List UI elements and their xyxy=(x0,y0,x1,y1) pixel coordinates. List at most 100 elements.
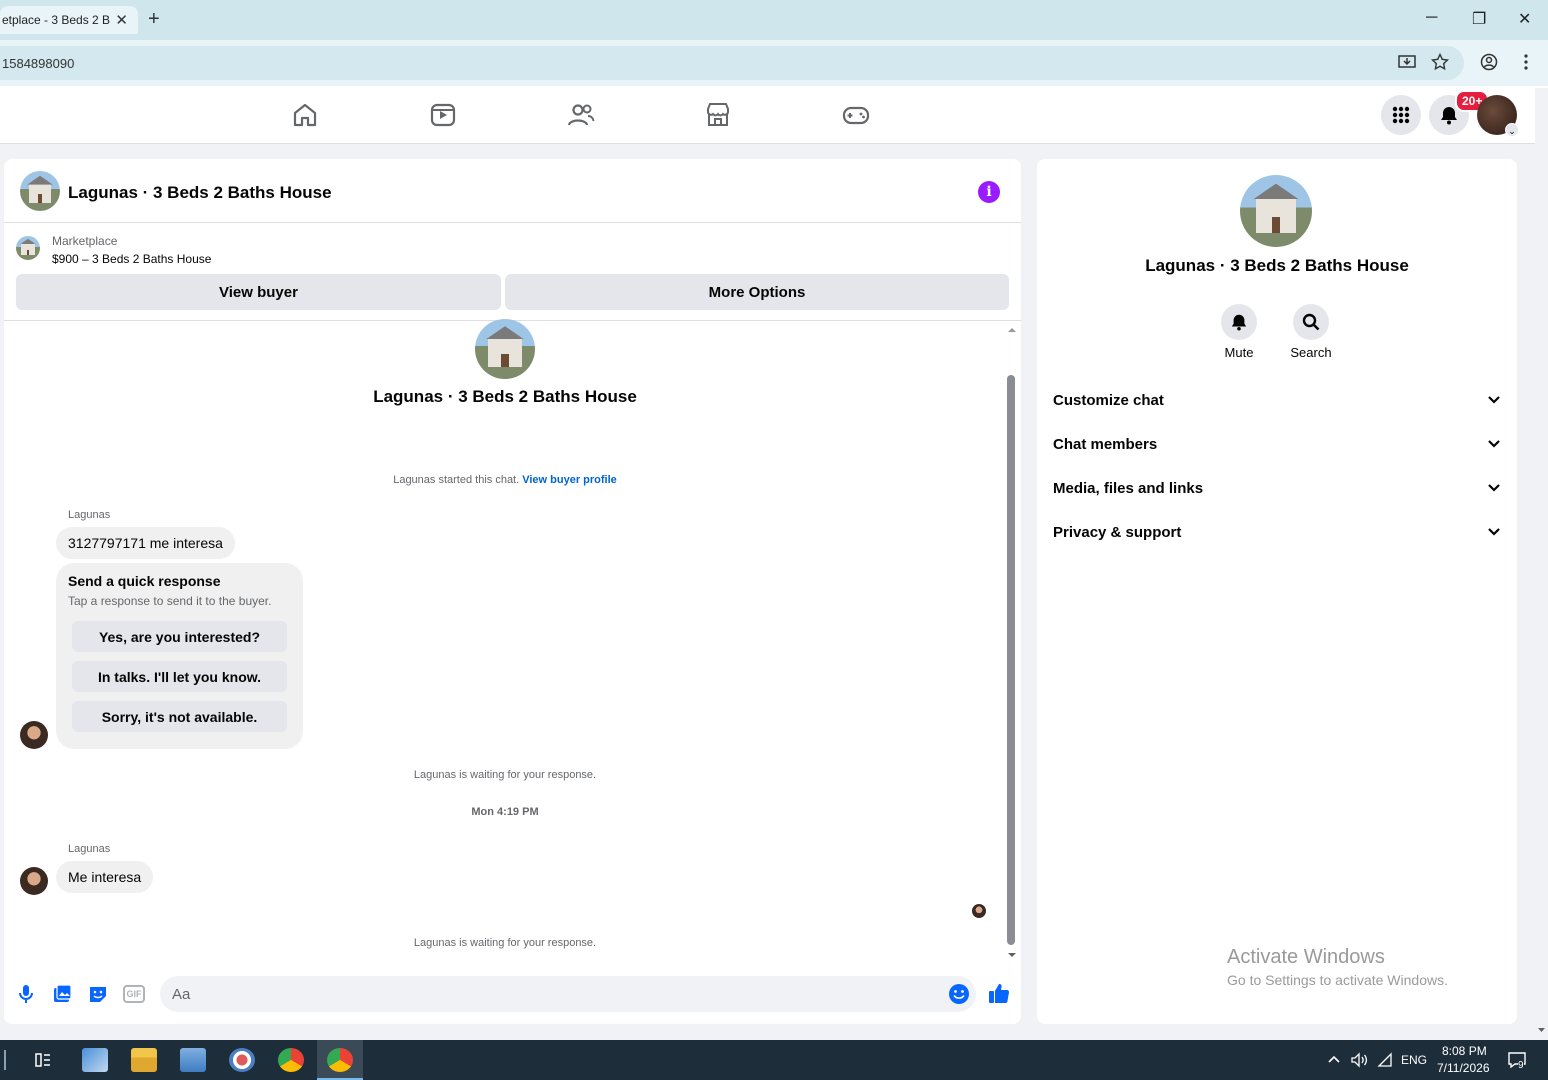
gaming-icon[interactable] xyxy=(841,100,871,130)
listing-title[interactable]: $900 – 3 Beds 2 Baths House xyxy=(52,252,211,266)
facebook-top-nav xyxy=(0,86,1548,144)
message-bubble[interactable]: Me interesa xyxy=(56,861,154,893)
section-label: Media, files and links xyxy=(1053,479,1204,497)
chat-header: Lagunas · 3 Beds 2 Baths House i xyxy=(4,159,1021,223)
thumbs-up-icon[interactable] xyxy=(987,981,1011,1005)
tab-title: etplace - 3 Beds 2 Ba xyxy=(2,13,110,27)
message-input-placeholder: Aa xyxy=(172,986,191,1003)
quick-response-option[interactable]: In talks. I'll let you know. xyxy=(72,661,287,692)
search-action[interactable]: Search xyxy=(1271,304,1351,360)
gif-button[interactable]: GIF xyxy=(123,985,145,1003)
marketplace-label: Marketplace xyxy=(52,234,118,248)
browser-tab[interactable]: etplace - 3 Beds 2 Ba ✕ xyxy=(0,6,138,34)
mute-label: Mute xyxy=(1224,345,1254,360)
microphone-icon[interactable] xyxy=(15,983,37,1005)
new-tab-button[interactable]: + xyxy=(148,8,160,31)
friends-icon[interactable] xyxy=(566,100,596,130)
privacy-support-section[interactable]: Privacy & support xyxy=(1053,512,1501,552)
home-icon[interactable] xyxy=(290,100,320,130)
clock-time[interactable]: 8:08 PM xyxy=(1442,1044,1487,1058)
customize-chat-section[interactable]: Customize chat xyxy=(1053,380,1501,420)
photo-icon[interactable] xyxy=(51,983,73,1005)
photos-app-icon[interactable] xyxy=(180,1048,206,1072)
buyer-avatar[interactable] xyxy=(20,721,48,749)
minimize-button[interactable]: ─ xyxy=(1426,9,1437,27)
scroll-down-icon[interactable] xyxy=(1006,950,1018,960)
chat-info-panel: Lagunas · 3 Beds 2 Baths House Mute Sear… xyxy=(1037,159,1517,1024)
search-icon xyxy=(1302,313,1320,331)
scrollbar-thumb[interactable] xyxy=(1007,375,1015,945)
sender-name: Lagunas xyxy=(68,509,111,521)
close-window-button[interactable]: ✕ xyxy=(1518,9,1531,29)
message-input[interactable]: Aa xyxy=(160,976,976,1012)
action-center-icon[interactable] xyxy=(1507,1051,1527,1069)
view-buyer-button[interactable]: View buyer xyxy=(16,274,501,310)
message-composer: GIF Aa xyxy=(4,971,1021,1021)
paint-app-icon[interactable] xyxy=(229,1048,255,1072)
chat-started-text: Lagunas started this chat. xyxy=(393,474,520,486)
chat-members-section[interactable]: Chat members xyxy=(1053,424,1501,464)
search-label: Search xyxy=(1290,345,1332,360)
conversation-avatar xyxy=(475,319,535,379)
address-bar[interactable]: 1584898090 xyxy=(0,46,1464,80)
conversation-profile-photo[interactable] xyxy=(1240,175,1312,247)
tray-chevron-up-icon[interactable] xyxy=(1327,1054,1341,1064)
clock-date[interactable]: 7/11/2026 xyxy=(1437,1061,1490,1075)
windows-taskbar: ENG 8:08 PM 7/11/2026 9 xyxy=(0,1040,1548,1080)
video-icon[interactable] xyxy=(428,100,458,130)
message-bubble[interactable]: 3127797171 me interesa xyxy=(56,527,235,559)
listing-thumbnail[interactable] xyxy=(20,171,60,211)
buyer-avatar[interactable] xyxy=(20,867,48,895)
windows-activation-subtitle: Go to Settings to activate Windows. xyxy=(1227,972,1448,988)
volume-icon[interactable] xyxy=(1350,1052,1368,1068)
computer-app-icon[interactable] xyxy=(82,1048,108,1072)
conversation-profile-name[interactable]: Lagunas · 3 Beds 2 Baths House xyxy=(1037,256,1517,276)
maximize-button[interactable]: ❐ xyxy=(1472,9,1486,29)
quick-response-title: Send a quick response xyxy=(68,573,221,589)
page-scrollbar[interactable] xyxy=(1535,88,1548,1038)
chrome-profile-icon[interactable] xyxy=(278,1048,304,1072)
marketplace-icon[interactable] xyxy=(703,100,733,130)
marketplace-listing-bar: Marketplace $900 – 3 Beds 2 Baths House … xyxy=(4,223,1021,321)
quick-response-option[interactable]: Yes, are you interested? xyxy=(72,621,287,652)
profile-icon[interactable] xyxy=(1480,53,1498,71)
menu-grid-button[interactable] xyxy=(1381,95,1421,135)
task-view-icon[interactable] xyxy=(34,1051,52,1069)
browser-tab-bar: etplace - 3 Beds 2 Ba ✕ + ─ ❐ ✕ xyxy=(0,0,1548,40)
media-files-links-section[interactable]: Media, files and links xyxy=(1053,468,1501,508)
info-icon[interactable]: i xyxy=(978,181,1000,203)
chevron-down-icon xyxy=(1488,440,1500,448)
chrome-icon[interactable] xyxy=(327,1048,353,1072)
quick-response-option[interactable]: Sorry, it's not available. xyxy=(72,701,287,732)
chevron-down-icon xyxy=(1488,484,1500,492)
chat-title[interactable]: Lagunas · 3 Beds 2 Baths House xyxy=(68,183,332,203)
install-app-icon[interactable] xyxy=(1398,53,1416,71)
url-text: 1584898090 xyxy=(2,56,75,71)
conversation-name: Lagunas · 3 Beds 2 Baths House xyxy=(373,387,637,406)
read-receipt-avatar xyxy=(972,904,986,918)
language-indicator[interactable]: ENG xyxy=(1401,1053,1427,1067)
scroll-down-icon[interactable] xyxy=(1535,1025,1548,1035)
file-explorer-icon[interactable] xyxy=(131,1048,157,1072)
section-label: Customize chat xyxy=(1053,391,1164,409)
scroll-up-icon[interactable] xyxy=(1006,325,1018,335)
sticker-icon[interactable] xyxy=(87,983,109,1005)
chat-started-notice: Lagunas started this chat. View buyer pr… xyxy=(4,474,1006,486)
view-buyer-profile-link[interactable]: View buyer profile xyxy=(522,474,617,486)
windows-activation-title: Activate Windows xyxy=(1227,946,1385,968)
emoji-icon[interactable] xyxy=(948,983,970,1005)
chevron-down-icon xyxy=(1488,528,1500,536)
more-options-button[interactable]: More Options xyxy=(505,274,1009,310)
account-avatar[interactable]: ⌄ xyxy=(1477,95,1519,137)
tab-close-icon[interactable]: ✕ xyxy=(115,11,128,29)
bookmark-star-icon[interactable] xyxy=(1431,53,1449,71)
message-timestamp: Mon 4:19 PM xyxy=(471,806,539,818)
waiting-notice: Lagunas is waiting for your response. xyxy=(413,937,597,949)
listing-small-thumbnail xyxy=(16,236,40,260)
chat-panel: Lagunas · 3 Beds 2 Baths House i Marketp… xyxy=(4,159,1021,1024)
grid-icon xyxy=(1392,106,1410,124)
browser-menu-icon[interactable] xyxy=(1518,53,1534,71)
mute-action[interactable]: Mute xyxy=(1199,304,1279,360)
start-edge-icon[interactable] xyxy=(4,1050,18,1070)
network-icon[interactable] xyxy=(1377,1052,1393,1068)
